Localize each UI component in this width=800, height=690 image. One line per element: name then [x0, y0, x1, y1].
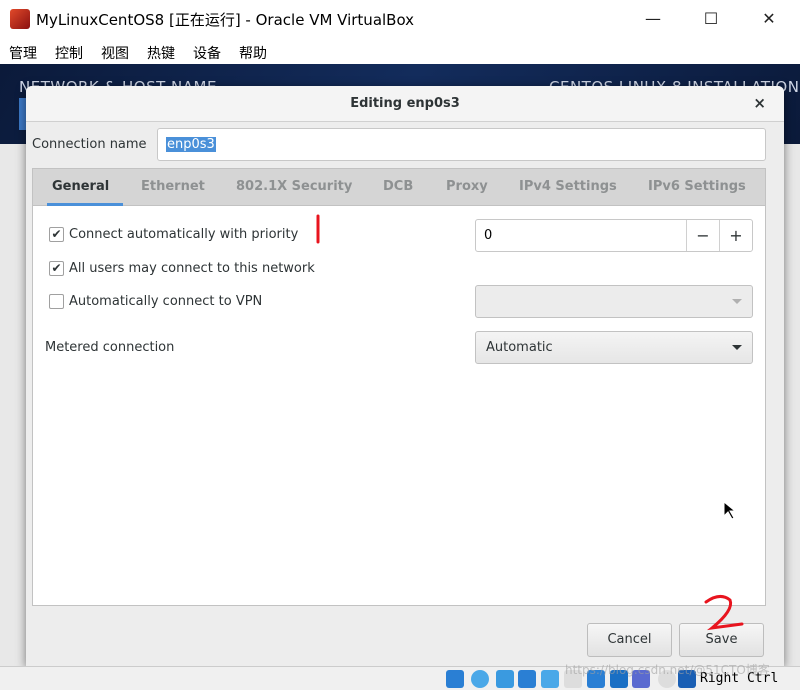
red-annotations [316, 214, 744, 631]
annotation-two [704, 595, 744, 631]
vm-status-bar: Right Ctrl https://blog.csdn.net/@51CTO博… [0, 663, 800, 690]
optical-drive-icon[interactable] [471, 670, 489, 688]
watermark: https://blog.csdn.net/@51CTO博客 [565, 663, 770, 677]
mouse-cursor-icon [723, 500, 737, 520]
audio-icon[interactable] [496, 670, 514, 688]
usb-icon[interactable] [541, 670, 559, 688]
network-icon[interactable] [518, 670, 536, 688]
hard-disk-icon[interactable] [446, 670, 464, 688]
